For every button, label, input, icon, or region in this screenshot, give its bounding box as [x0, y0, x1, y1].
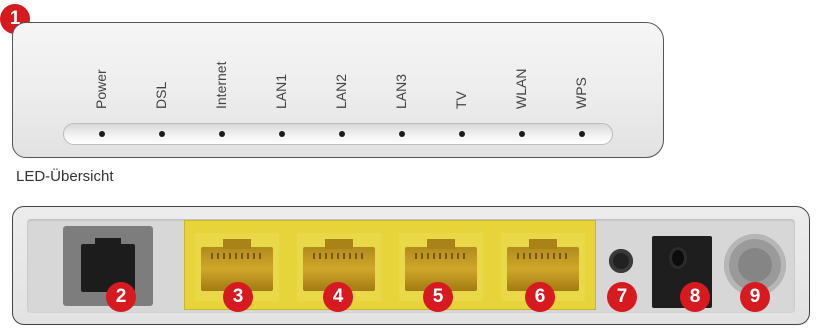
led-label-wps: WPS	[573, 77, 589, 109]
led-indicator-wlan	[519, 131, 525, 137]
led-indicator-dsl	[159, 131, 165, 137]
badge-2: 2	[106, 282, 136, 312]
badge-7: 7	[607, 282, 637, 312]
badge-5: 5	[423, 282, 453, 312]
led-panel: Power DSL Internet LAN1 LAN2 LAN3 TV WLAN WPS	[12, 22, 664, 158]
reset-hole	[609, 249, 633, 273]
led-label-lan2: LAN2	[333, 73, 349, 109]
led-indicator-tv	[459, 131, 465, 137]
led-indicator-lan1	[279, 131, 285, 137]
led-indicator-lan2	[339, 131, 345, 137]
led-indicator-power	[99, 131, 105, 137]
caption: LED-Übersicht	[16, 168, 114, 185]
badge-8: 8	[680, 282, 710, 312]
led-strip	[63, 123, 613, 145]
badge-4: 4	[323, 282, 353, 312]
led-label-power: Power	[93, 69, 109, 109]
badge-6: 6	[525, 282, 555, 312]
led-indicator-internet	[219, 131, 225, 137]
led-indicator-wps	[579, 131, 585, 137]
led-label-lan1: LAN1	[273, 73, 289, 109]
led-label-internet: Internet	[213, 61, 229, 109]
badge-3: 3	[223, 282, 253, 312]
badge-9: 9	[740, 282, 770, 312]
led-label-dsl: DSL	[153, 81, 169, 109]
led-label-lan3: LAN3	[393, 73, 409, 109]
power-jack-pin	[672, 250, 684, 266]
led-label-tv: TV	[453, 91, 469, 109]
power-button-cap	[738, 248, 772, 282]
led-indicator-lan3	[399, 131, 405, 137]
led-label-wlan: WLAN	[513, 68, 529, 109]
